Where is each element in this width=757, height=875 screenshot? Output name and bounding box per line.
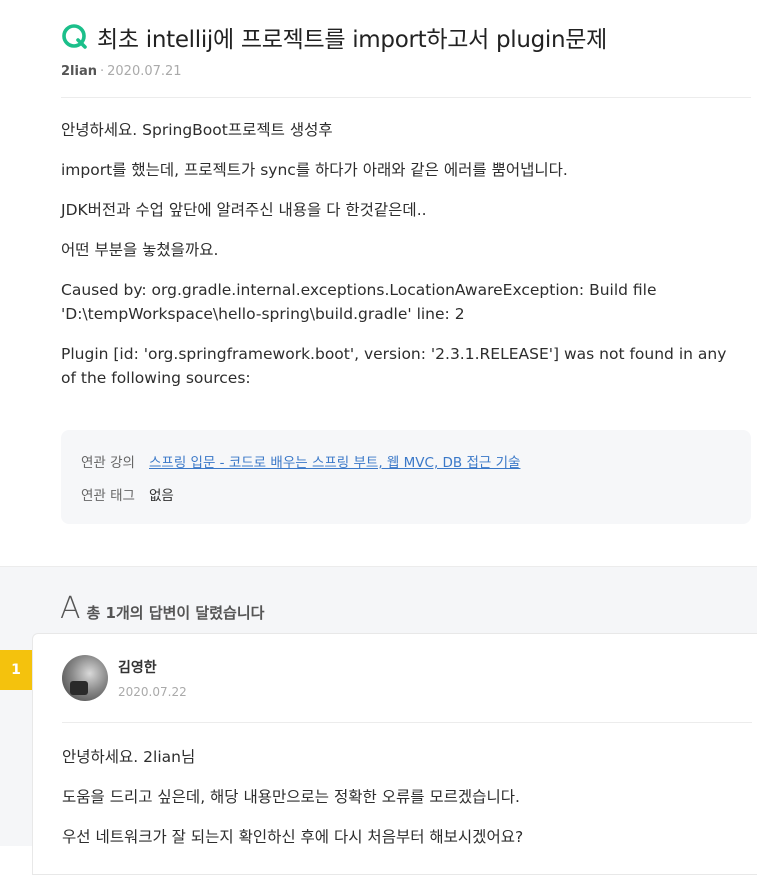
question-paragraph: import를 했는데, 프로젝트가 sync를 하다가 아래와 같은 에러를 …: [61, 161, 568, 179]
answer-letter-icon: A: [60, 591, 81, 626]
answers-section: A 총 1개의 답변이 달렸습니다 김영한 2020.07.22 안녕하세요. …: [0, 566, 757, 875]
question-info-box: 연관 강의 스프링 입문 - 코드로 배우는 스프링 부트, 웹 MVC, DB…: [61, 430, 751, 524]
answer-card: 김영한 2020.07.22 안녕하세요. 2lian님 도움을 드리고 싶은데…: [32, 633, 757, 875]
answer-body: 안녕하세요. 2lian님 도움을 드리고 싶은데, 해당 내용만으로는 정확한…: [62, 745, 523, 865]
question-title: 최초 intellij에 프로젝트를 import하고서 plugin문제: [97, 27, 607, 53]
related-tag-value: 없음: [149, 488, 174, 504]
question-paragraph: Caused by: org.gradle.internal.exception…: [61, 281, 657, 323]
question-meta: 2lian · 2020.07.21: [61, 64, 757, 79]
answer-paragraph: 우선 네트워크가 잘 되는지 확인하신 후에 다시 처음부터 해보시겠어요?: [62, 828, 524, 846]
answer-author[interactable]: 김영한: [118, 657, 187, 677]
related-course-row: 연관 강의 스프링 입문 - 코드로 배우는 스프링 부트, 웹 MVC, DB…: [81, 447, 731, 475]
q-logo-icon: [61, 23, 89, 51]
question-paragraph: Plugin [id: 'org.springframework.boot', …: [61, 345, 727, 387]
related-tag-row: 연관 태그 없음: [81, 480, 731, 508]
question-paragraph: JDK버전과 수업 앞단에 알려주신 내용을 다 한것같은데..: [61, 201, 427, 219]
question-header: 최초 intellij에 프로젝트를 import하고서 plugin문제 2l…: [61, 0, 757, 79]
related-course-link[interactable]: 스프링 입문 - 코드로 배우는 스프링 부트, 웹 MVC, DB 접근 기술: [149, 451, 520, 471]
answer-index-badge: 1: [0, 650, 32, 690]
question-section: 최초 intellij에 프로젝트를 import하고서 plugin문제 2l…: [0, 0, 757, 524]
answer-paragraph: 도움을 드리고 싶은데, 해당 내용만으로는 정확한 오류를 모르겠습니다.: [62, 788, 520, 806]
avatar[interactable]: [62, 655, 108, 701]
question-author[interactable]: 2lian: [61, 64, 97, 79]
question-title-row: 최초 intellij에 프로젝트를 import하고서 plugin문제: [61, 20, 757, 54]
answer-date: 2020.07.22: [118, 685, 187, 699]
related-course-label: 연관 강의: [81, 455, 135, 471]
answer-paragraph: 안녕하세요. 2lian님: [62, 748, 196, 766]
answers-header: A 총 1개의 답변이 달렸습니다: [60, 591, 264, 626]
answer-author-row: 김영한 2020.07.22: [62, 655, 187, 701]
answer-author-info: 김영한 2020.07.22: [118, 657, 187, 699]
question-date: 2020.07.21: [107, 64, 182, 79]
answers-count: 총 1개의 답변이 달렸습니다: [86, 604, 265, 622]
question-paragraph: 어떤 부분을 놓쳤을까요.: [61, 241, 219, 259]
question-paragraph: 안녕하세요. SpringBoot프로젝트 생성후: [61, 121, 333, 139]
question-body: 안녕하세요. SpringBoot프로젝트 생성후 import를 했는데, 프…: [61, 98, 741, 390]
answer-divider: [62, 722, 752, 723]
related-tag-label: 연관 태그: [81, 488, 135, 504]
meta-separator: ·: [100, 64, 105, 79]
